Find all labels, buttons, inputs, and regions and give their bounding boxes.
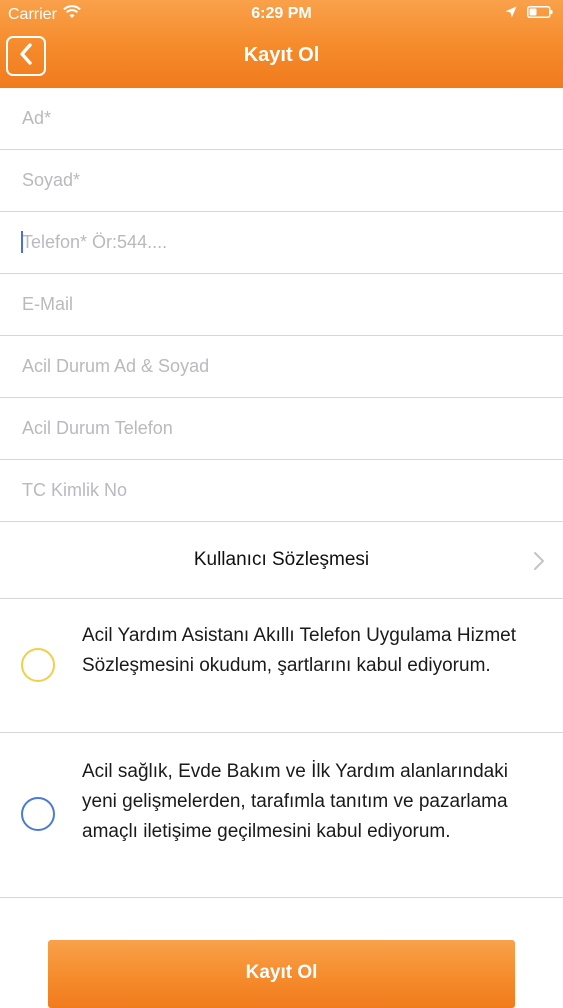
user-agreement-label: Kullanıcı Sözleşmesi bbox=[193, 549, 370, 570]
consent-marketing-radio[interactable] bbox=[21, 797, 55, 831]
consent-terms-text: Acil Yardım Asistanı Akıllı Telefon Uygu… bbox=[82, 625, 517, 676]
status-bar: Carrier 6:29 PM bbox=[0, 0, 563, 30]
email-input[interactable] bbox=[22, 274, 542, 334]
phone-input[interactable] bbox=[22, 212, 542, 272]
register-button-label: Kayıt Ol bbox=[245, 962, 318, 983]
consent-terms-row[interactable]: Acil Yardım Asistanı Akıllı Telefon Uygu… bbox=[0, 599, 563, 733]
email-row bbox=[0, 274, 563, 336]
first-name-input[interactable] bbox=[22, 88, 542, 148]
emergency-phone-row bbox=[0, 398, 563, 460]
register-button[interactable]: Kayıt Ol bbox=[48, 940, 515, 1008]
page-title: Kayıt Ol bbox=[243, 44, 320, 66]
last-name-input[interactable] bbox=[22, 150, 542, 210]
emergency-name-input[interactable] bbox=[22, 336, 542, 396]
consent-terms-radio[interactable] bbox=[21, 648, 55, 682]
text-caret bbox=[21, 231, 23, 253]
nav-bar: Kayıt Ol bbox=[0, 30, 563, 88]
location-arrow-icon bbox=[505, 5, 517, 23]
tc-id-input[interactable] bbox=[22, 460, 542, 520]
status-time: 6:29 PM bbox=[251, 5, 312, 22]
registration-form bbox=[0, 88, 563, 522]
emergency-phone-input[interactable] bbox=[22, 398, 542, 458]
battery-icon bbox=[527, 5, 553, 23]
status-right bbox=[505, 5, 553, 23]
consent-marketing-row[interactable]: Acil sağlık, Evde Bakım ve İlk Yardım al… bbox=[0, 733, 563, 898]
consent-marketing-text: Acil sağlık, Evde Bakım ve İlk Yardım al… bbox=[82, 761, 508, 842]
emergency-name-row bbox=[0, 336, 563, 398]
last-name-row bbox=[0, 150, 563, 212]
tc-id-row bbox=[0, 460, 563, 522]
user-agreement-row[interactable]: Kullanıcı Sözleşmesi bbox=[0, 525, 563, 599]
first-name-row bbox=[0, 88, 563, 150]
chevron-right-icon bbox=[533, 551, 545, 576]
top-bar: Carrier 6:29 PM Kayıt Ol bbox=[0, 0, 563, 88]
phone-row bbox=[0, 212, 563, 274]
